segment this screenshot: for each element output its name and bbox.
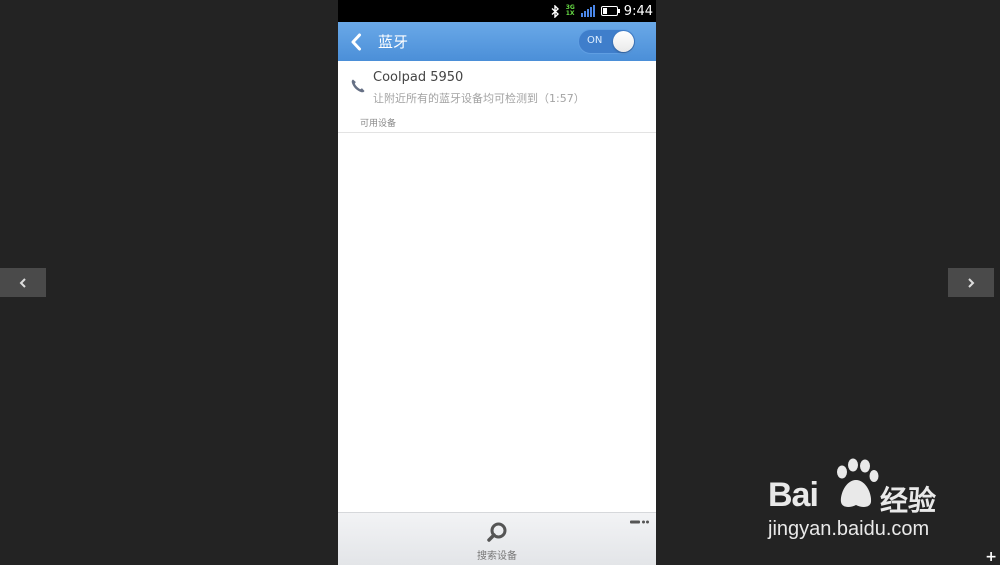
battery-icon [600, 6, 621, 16]
next-image-button[interactable] [948, 268, 994, 297]
chevron-left-icon [19, 277, 26, 288]
search-devices-button[interactable]: 搜索设备 [338, 521, 656, 562]
watermark-brand-left: Bai [768, 476, 819, 514]
zoom-plus-icon[interactable]: + [985, 550, 997, 564]
search-icon [487, 522, 507, 542]
available-devices-header: 可用设备 [338, 113, 656, 133]
network-bottom-label: 1X [565, 10, 575, 17]
bottom-bar: 搜索设备 [338, 512, 656, 565]
local-device-row[interactable]: Coolpad 5950 让附近所有的蓝牙设备均可检测到（1:57） [338, 61, 656, 113]
toggle-label: ON [587, 35, 603, 46]
chevron-right-icon [968, 277, 975, 288]
signal-icon [580, 5, 595, 17]
status-time: 9:44 [623, 3, 653, 19]
network-type: 3G 1X [566, 5, 575, 17]
search-devices-label: 搜索设备 [477, 551, 517, 562]
toggle-knob [613, 31, 634, 52]
bluetooth-icon [551, 4, 559, 18]
phone-icon [351, 79, 365, 93]
device-visibility: 让附近所有的蓝牙设备均可检测到（1:57） [373, 92, 585, 105]
watermark-url: jingyan.baidu.com [768, 518, 930, 540]
device-name: Coolpad 5950 [373, 70, 464, 85]
page-title: 蓝牙 [378, 33, 409, 51]
status-bar: 3G 1X 9:44 [338, 0, 656, 22]
watermark-brand-right: 经验 [880, 484, 937, 517]
baidu-jingyan-watermark: Bai 经验 jingyan.baidu.com [768, 458, 948, 548]
more-icon[interactable] [630, 519, 650, 525]
phone-screen: 3G 1X 9:44 蓝牙 ON Coolpad 5950 让附近所有的蓝牙设备… [338, 0, 656, 565]
bluetooth-toggle[interactable]: ON [578, 29, 636, 54]
back-button[interactable] [350, 31, 368, 53]
back-arrow-icon [351, 33, 361, 50]
title-bar: 蓝牙 ON [338, 22, 656, 61]
previous-image-button[interactable] [0, 268, 46, 297]
paw-logo-icon [837, 458, 879, 507]
